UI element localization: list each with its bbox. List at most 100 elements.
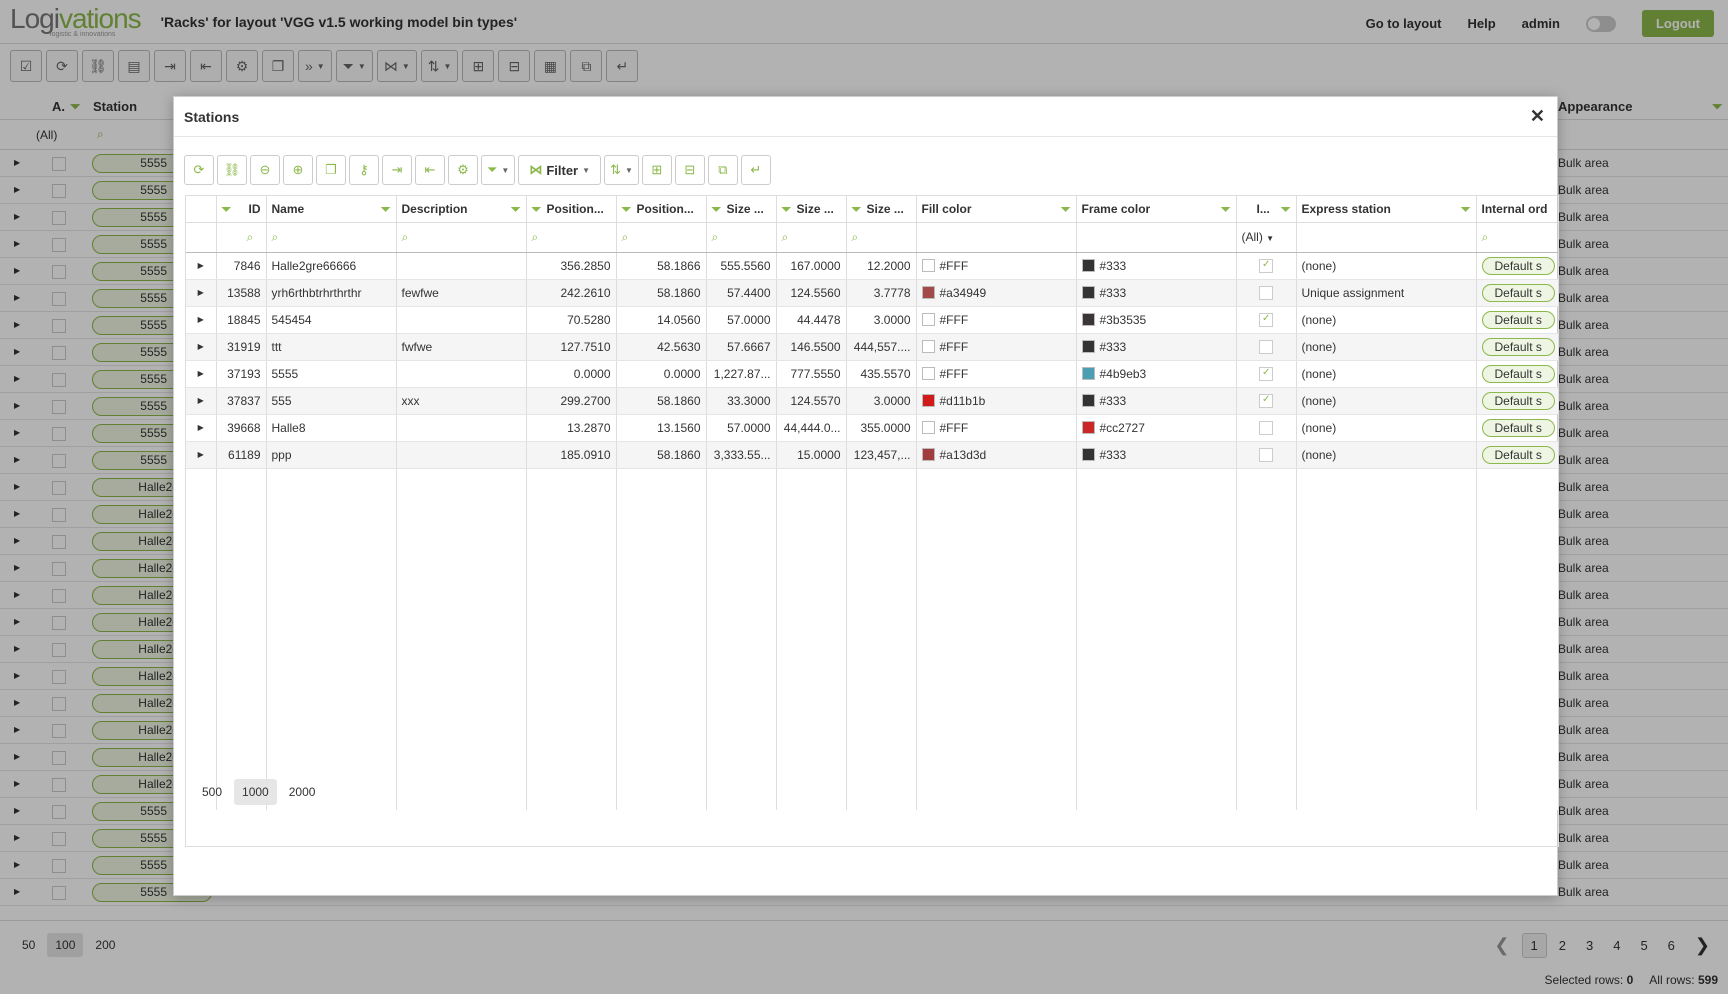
filter-all-select[interactable]: (All) ▼: [1236, 222, 1297, 253]
funnel-icon[interactable]: ⏷: [622, 202, 632, 217]
funnel-icon[interactable]: ⏷: [222, 202, 232, 217]
size-x-cell[interactable]: 3,333.55...: [706, 441, 777, 469]
row-checkbox[interactable]: [1259, 312, 1273, 327]
funnel-icon[interactable]: ⏷: [532, 202, 542, 217]
size-y-cell[interactable]: 167.0000: [776, 252, 847, 280]
size-z-cell[interactable]: 3.0000: [846, 306, 917, 334]
table-row[interactable]: ▶ 61189 ppp 185.0910 58.1860 3,333.55... 15.00…: [186, 441, 1558, 469]
row-checkbox[interactable]: [1259, 420, 1273, 435]
frame-color-cell[interactable]: #333: [1076, 279, 1237, 307]
remove-button[interactable]: ⊖: [250, 155, 280, 185]
frame-color-cell[interactable]: #333: [1076, 387, 1237, 415]
expand-row-icon[interactable]: ▶: [186, 360, 217, 388]
fill-color-cell[interactable]: #FFF: [916, 306, 1077, 334]
position-x-cell[interactable]: 70.5280: [526, 306, 617, 334]
return-button[interactable]: ↵: [740, 155, 771, 185]
search-icon[interactable]: ⌕: [1476, 222, 1558, 253]
name-cell[interactable]: yrh6rthbtrhrthrthr: [266, 279, 397, 307]
size-z-cell[interactable]: 3.0000: [846, 387, 917, 415]
close-icon[interactable]: ✕: [1530, 106, 1545, 127]
express-station-cell[interactable]: (none): [1296, 414, 1477, 442]
key-button[interactable]: ⚷: [349, 155, 379, 185]
fill-color-cell[interactable]: #FFF: [916, 360, 1077, 388]
funnel-icon[interactable]: ⏷: [511, 202, 521, 217]
search-icon[interactable]: ⌕: [216, 222, 267, 253]
size-y-cell[interactable]: 124.5570: [776, 387, 847, 415]
express-station-cell[interactable]: (none): [1296, 387, 1477, 415]
fill-color-cell[interactable]: #FFF: [916, 252, 1077, 280]
description-cell[interactable]: [396, 360, 527, 388]
size-z-cell[interactable]: 444,557....: [846, 333, 917, 361]
sort-dropdown-button[interactable]: ⇅ ▼: [604, 155, 639, 185]
frame-color-cell[interactable]: #333: [1076, 333, 1237, 361]
search-icon[interactable]: ⌕: [846, 222, 917, 253]
size-x-cell[interactable]: 33.3000: [706, 387, 777, 415]
search-icon[interactable]: ⌕: [616, 222, 707, 253]
position-y-cell[interactable]: 42.5630: [616, 333, 707, 361]
description-cell[interactable]: [396, 414, 527, 442]
description-cell[interactable]: xxx: [396, 387, 527, 415]
size-y-cell[interactable]: 44,444.0...: [776, 414, 847, 442]
name-cell[interactable]: 555: [266, 387, 397, 415]
search-icon[interactable]: ⌕: [706, 222, 777, 253]
position-y-cell[interactable]: 13.1560: [616, 414, 707, 442]
position-x-cell[interactable]: 185.0910: [526, 441, 617, 469]
internal-order-pill[interactable]: Default s: [1481, 418, 1555, 437]
row-checkbox[interactable]: [1259, 258, 1273, 273]
row-checkbox[interactable]: [1259, 339, 1273, 354]
row-checkbox[interactable]: [1259, 393, 1273, 408]
fill-color-cell[interactable]: #FFF: [916, 414, 1077, 442]
funnel-icon[interactable]: ⏷: [381, 202, 391, 217]
search-icon[interactable]: ⌕: [266, 222, 397, 253]
express-station-cell[interactable]: (none): [1296, 252, 1477, 280]
expand-row-icon[interactable]: ▶: [186, 441, 217, 469]
internal-order-pill[interactable]: Default s: [1481, 337, 1555, 356]
internal-order-pill[interactable]: Default s: [1481, 364, 1555, 383]
expand-row-icon[interactable]: ▶: [186, 414, 217, 442]
table-row[interactable]: ▶ 39668 Halle8 13.2870 13.1560 57.0000 44,444.…: [186, 414, 1558, 442]
frame-color-cell[interactable]: #333: [1076, 441, 1237, 469]
position-y-cell[interactable]: 58.1866: [616, 252, 707, 280]
express-station-cell[interactable]: Unique assignment: [1296, 279, 1477, 307]
size-z-cell[interactable]: 355.0000: [846, 414, 917, 442]
expand-row-icon[interactable]: ▶: [186, 279, 217, 307]
expand-row-icon[interactable]: ▶: [186, 387, 217, 415]
funnel-icon[interactable]: ⏷: [782, 202, 792, 217]
name-cell[interactable]: 5555: [266, 360, 397, 388]
column-header-position-x[interactable]: ⏷ Position...: [526, 196, 617, 223]
search-icon[interactable]: ⌕: [526, 222, 617, 253]
size-y-cell[interactable]: 44.4478: [776, 306, 847, 334]
size-y-cell[interactable]: 777.5550: [776, 360, 847, 388]
column-header-fill-color[interactable]: Fill color ⏷: [916, 196, 1077, 223]
column-header-i[interactable]: I... ⏷: [1236, 196, 1297, 223]
name-cell[interactable]: ppp: [266, 441, 397, 469]
internal-order-pill[interactable]: Default s: [1481, 256, 1555, 275]
column-header-express-station[interactable]: Express station ⏷: [1296, 196, 1477, 223]
add-button[interactable]: ⊕: [283, 155, 313, 185]
expand-row-icon[interactable]: ▶: [186, 252, 217, 280]
position-x-cell[interactable]: 299.2700: [526, 387, 617, 415]
position-x-cell[interactable]: 13.2870: [526, 414, 617, 442]
size-x-cell[interactable]: 57.4400: [706, 279, 777, 307]
link-button[interactable]: ⛓: [217, 155, 247, 185]
frame-color-cell[interactable]: #3b3535: [1076, 306, 1237, 334]
size-z-cell[interactable]: 12.2000: [846, 252, 917, 280]
size-x-cell[interactable]: 1,227.87...: [706, 360, 777, 388]
size-z-cell[interactable]: 435.5570: [846, 360, 917, 388]
expand-row-icon[interactable]: ▶: [186, 333, 217, 361]
internal-order-pill[interactable]: Default s: [1481, 283, 1555, 302]
column-header-description[interactable]: Description ⏷: [396, 196, 527, 223]
duplicate-button[interactable]: ❐: [316, 155, 346, 185]
express-station-cell[interactable]: (none): [1296, 360, 1477, 388]
search-icon[interactable]: ⌕: [776, 222, 847, 253]
express-station-cell[interactable]: (none): [1296, 441, 1477, 469]
position-x-cell[interactable]: 0.0000: [526, 360, 617, 388]
position-y-cell[interactable]: 0.0000: [616, 360, 707, 388]
size-x-cell[interactable]: 555.5560: [706, 252, 777, 280]
description-cell[interactable]: [396, 441, 527, 469]
refresh-button[interactable]: ⟳: [184, 155, 214, 185]
column-header-size-z[interactable]: ⏷ Size ...: [846, 196, 917, 223]
description-cell[interactable]: fewfwe: [396, 279, 527, 307]
express-station-cell[interactable]: (none): [1296, 306, 1477, 334]
express-station-cell[interactable]: (none): [1296, 333, 1477, 361]
